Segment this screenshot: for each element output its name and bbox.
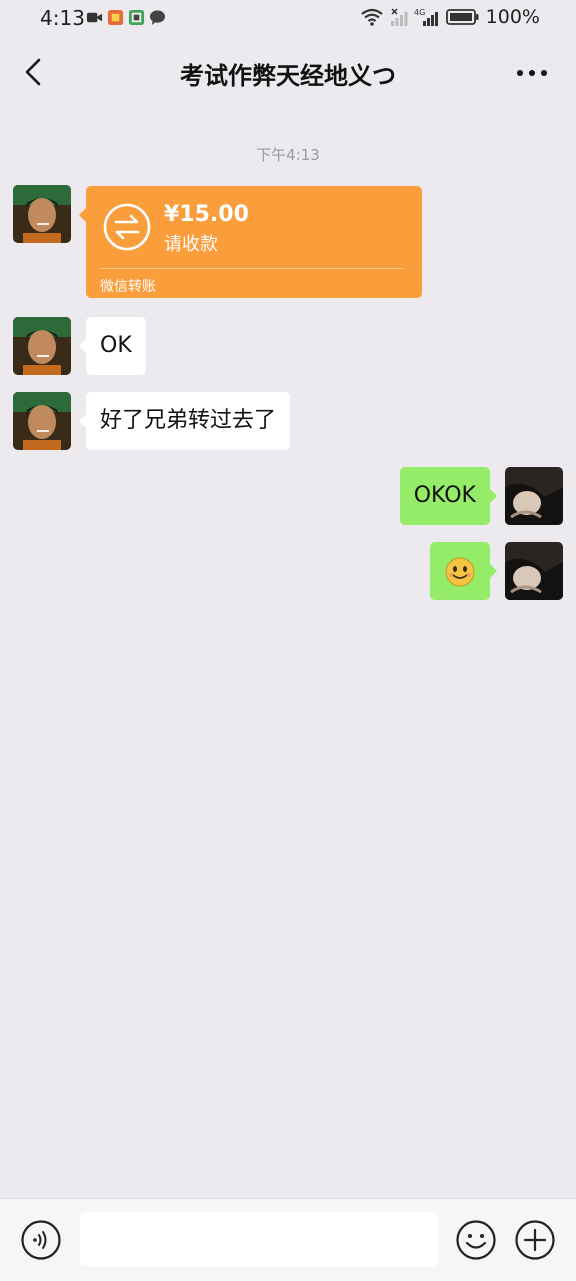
back-button[interactable] [18, 52, 52, 92]
signal-off-icon [390, 8, 408, 26]
my-avatar[interactable] [505, 467, 563, 525]
contact-avatar[interactable] [13, 185, 71, 243]
message-text: 好了兄弟转过去了 [100, 408, 277, 433]
more-icon [517, 70, 547, 76]
network-label: 4G [414, 8, 425, 17]
my-avatar[interactable] [505, 542, 563, 600]
app-icon [128, 9, 145, 26]
signal-4g-icon: 4G [414, 8, 438, 26]
emoji-button[interactable] [455, 1219, 497, 1261]
emoji-icon [456, 1220, 496, 1260]
contact-avatar[interactable] [13, 392, 71, 450]
message-bubble[interactable] [430, 542, 497, 600]
message-text: OKOK [413, 483, 476, 508]
video-icon [86, 12, 103, 23]
battery-icon [445, 9, 479, 25]
transfer-card[interactable]: ¥15.00 请收款 微信转账 [79, 186, 422, 298]
plus-icon [515, 1220, 555, 1260]
status-right: 4G 100% [360, 6, 540, 28]
message-bubble[interactable]: 好了兄弟转过去了 [78, 392, 291, 450]
message-bubble[interactable]: OKOK [399, 467, 498, 525]
divider [100, 268, 404, 269]
message-timestamp: 下午4:13 [256, 146, 320, 164]
smile-emoji-icon [445, 557, 475, 587]
plus-button[interactable] [514, 1219, 556, 1261]
voice-icon [21, 1220, 61, 1260]
more-button[interactable] [514, 58, 550, 88]
voice-button[interactable] [20, 1219, 62, 1261]
status-bar: 4:13 4G 100% [0, 0, 576, 38]
transfer-amount: ¥15.00 [164, 202, 249, 227]
notification-icons [86, 9, 166, 26]
input-bar [0, 1198, 576, 1281]
chat-title: 考试作弊天经地义つ [180, 62, 396, 90]
contact-avatar[interactable] [13, 317, 71, 375]
transfer-footer: 微信转账 [100, 279, 156, 295]
status-time: 4:13 [40, 6, 85, 30]
message-input[interactable] [80, 1212, 438, 1266]
message-text: OK [100, 333, 132, 358]
transfer-status: 请收款 [164, 234, 218, 255]
transfer-icon [103, 203, 151, 251]
message-bubble[interactable]: OK [79, 317, 146, 375]
title-bar: 考试作弊天经地义つ [0, 38, 576, 108]
chevron-left-icon [25, 58, 41, 86]
wifi-icon [360, 8, 383, 26]
battery-percent: 100% [485, 6, 540, 28]
chat-icon [149, 10, 166, 26]
app-icon [107, 9, 124, 26]
